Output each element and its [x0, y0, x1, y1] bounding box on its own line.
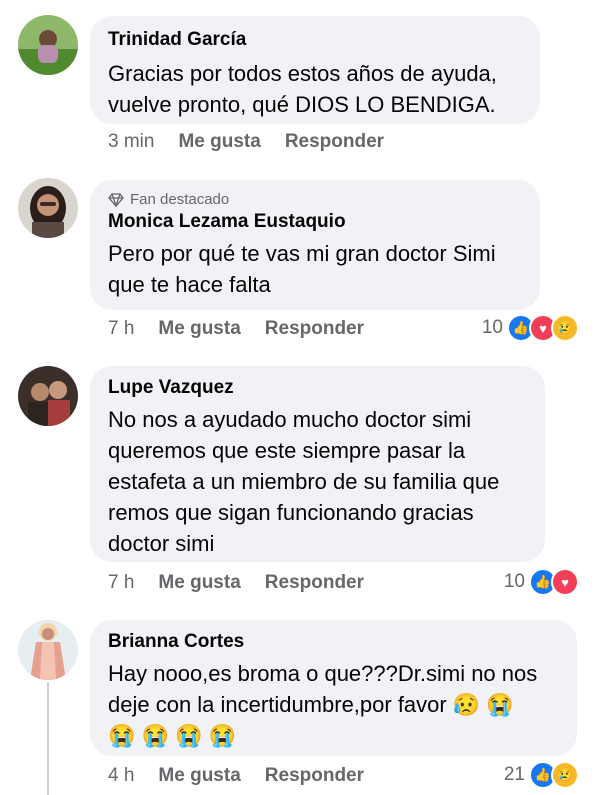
comment-text: Pero por qué te vas mi gran doctor Simi … — [108, 241, 496, 297]
reaction-summary[interactable]: 10 👍 ♥ 😢 — [482, 314, 579, 342]
like-button[interactable]: Me gusta — [158, 572, 240, 594]
avatar[interactable] — [18, 620, 78, 680]
avatar-photo — [18, 15, 78, 75]
love-reaction-icon: ♥ — [551, 568, 579, 596]
comment-actions: 7 h Me gusta Responder — [108, 318, 364, 340]
avatar-photo — [18, 178, 78, 238]
comment-actions: 3 min Me gusta Responder — [108, 131, 384, 153]
author-name[interactable]: Lupe Vazquez — [108, 376, 527, 400]
comment-actions: 7 h Me gusta Responder — [108, 572, 364, 594]
like-button[interactable]: Me gusta — [178, 131, 260, 153]
timestamp[interactable]: 7 h — [108, 318, 134, 340]
reaction-summary[interactable]: 10 👍 ♥ — [504, 568, 579, 596]
diamond-icon — [108, 193, 124, 207]
badge-label: Fan destacado — [130, 191, 230, 208]
comment-bubble: Fan destacado Monica Lezama Eustaquio Pe… — [90, 180, 540, 310]
author-name[interactable]: Brianna Cortes — [108, 630, 559, 654]
like-button[interactable]: Me gusta — [158, 765, 240, 787]
top-fan-badge: Fan destacado — [108, 190, 522, 210]
sad-reaction-icon: 😢 — [551, 314, 579, 342]
timestamp[interactable]: 4 h — [108, 765, 134, 787]
sad-reaction-icon: 😢 — [551, 761, 579, 789]
author-name[interactable]: Monica Lezama Eustaquio — [108, 210, 522, 234]
comment-bubble: Trinidad García Gracias por todos estos … — [90, 16, 540, 124]
reaction-summary[interactable]: 21 👍 😢 — [504, 761, 579, 789]
like-button[interactable]: Me gusta — [158, 318, 240, 340]
reply-button[interactable]: Responder — [285, 131, 384, 153]
avatar[interactable] — [18, 366, 78, 426]
reply-button[interactable]: Responder — [265, 572, 364, 594]
reply-button[interactable]: Responder — [265, 318, 364, 340]
thread-line — [47, 682, 49, 795]
comment-text: Hay nooo,es broma o que???Dr.simi no nos… — [108, 661, 538, 748]
timestamp[interactable]: 7 h — [108, 572, 134, 594]
avatar-photo — [18, 620, 78, 680]
comment-actions: 4 h Me gusta Responder — [108, 765, 364, 787]
reaction-count: 21 — [503, 764, 525, 785]
avatar[interactable] — [18, 15, 78, 75]
comment-text: Gracias por todos estos años de ayuda, v… — [108, 61, 497, 117]
comment-text: No nos a ayudado mucho doctor simi quere… — [108, 407, 500, 556]
avatar[interactable] — [18, 178, 78, 238]
comment-bubble: Lupe Vazquez No nos a ayudado mucho doct… — [90, 366, 545, 562]
reply-button[interactable]: Responder — [265, 765, 364, 787]
author-name[interactable]: Trinidad García — [108, 28, 522, 52]
reaction-count: 10 — [481, 317, 503, 338]
comment-bubble: Brianna Cortes Hay nooo,es broma o que??… — [90, 620, 577, 756]
reaction-count: 10 — [503, 571, 525, 592]
avatar-photo — [18, 366, 78, 426]
timestamp[interactable]: 3 min — [108, 131, 154, 153]
